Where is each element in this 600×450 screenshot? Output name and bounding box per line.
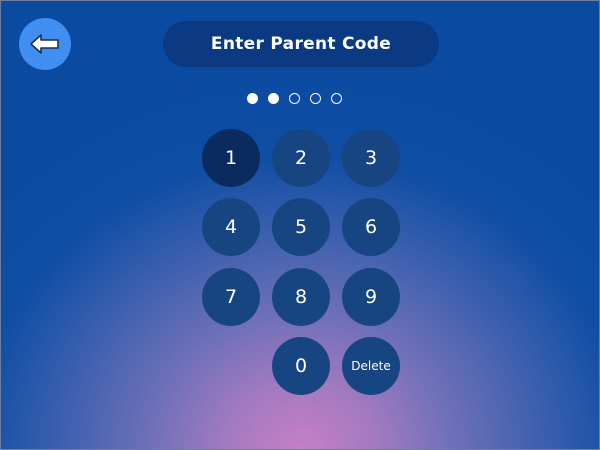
parent-code-screen: Enter Parent Code 1 2 3 4 5 6 7 8 9 0 De… [0,0,600,450]
pin-dot-empty [289,93,300,104]
back-button[interactable] [19,18,71,70]
key-4[interactable]: 4 [202,198,260,256]
pin-dot-empty [331,93,342,104]
key-0[interactable]: 0 [272,337,330,395]
page-title: Enter Parent Code [163,21,439,67]
key-9[interactable]: 9 [342,268,400,326]
key-5[interactable]: 5 [272,198,330,256]
key-2[interactable]: 2 [272,129,330,187]
pin-dot-filled [268,93,279,104]
key-6[interactable]: 6 [342,198,400,256]
key-8[interactable]: 8 [272,268,330,326]
back-arrow-icon [30,34,59,54]
key-1[interactable]: 1 [202,129,260,187]
pin-dot-filled [247,93,258,104]
key-3[interactable]: 3 [342,129,400,187]
delete-button[interactable]: Delete [342,337,400,395]
key-7[interactable]: 7 [202,268,260,326]
pin-indicator [247,93,342,104]
pin-dot-empty [310,93,321,104]
